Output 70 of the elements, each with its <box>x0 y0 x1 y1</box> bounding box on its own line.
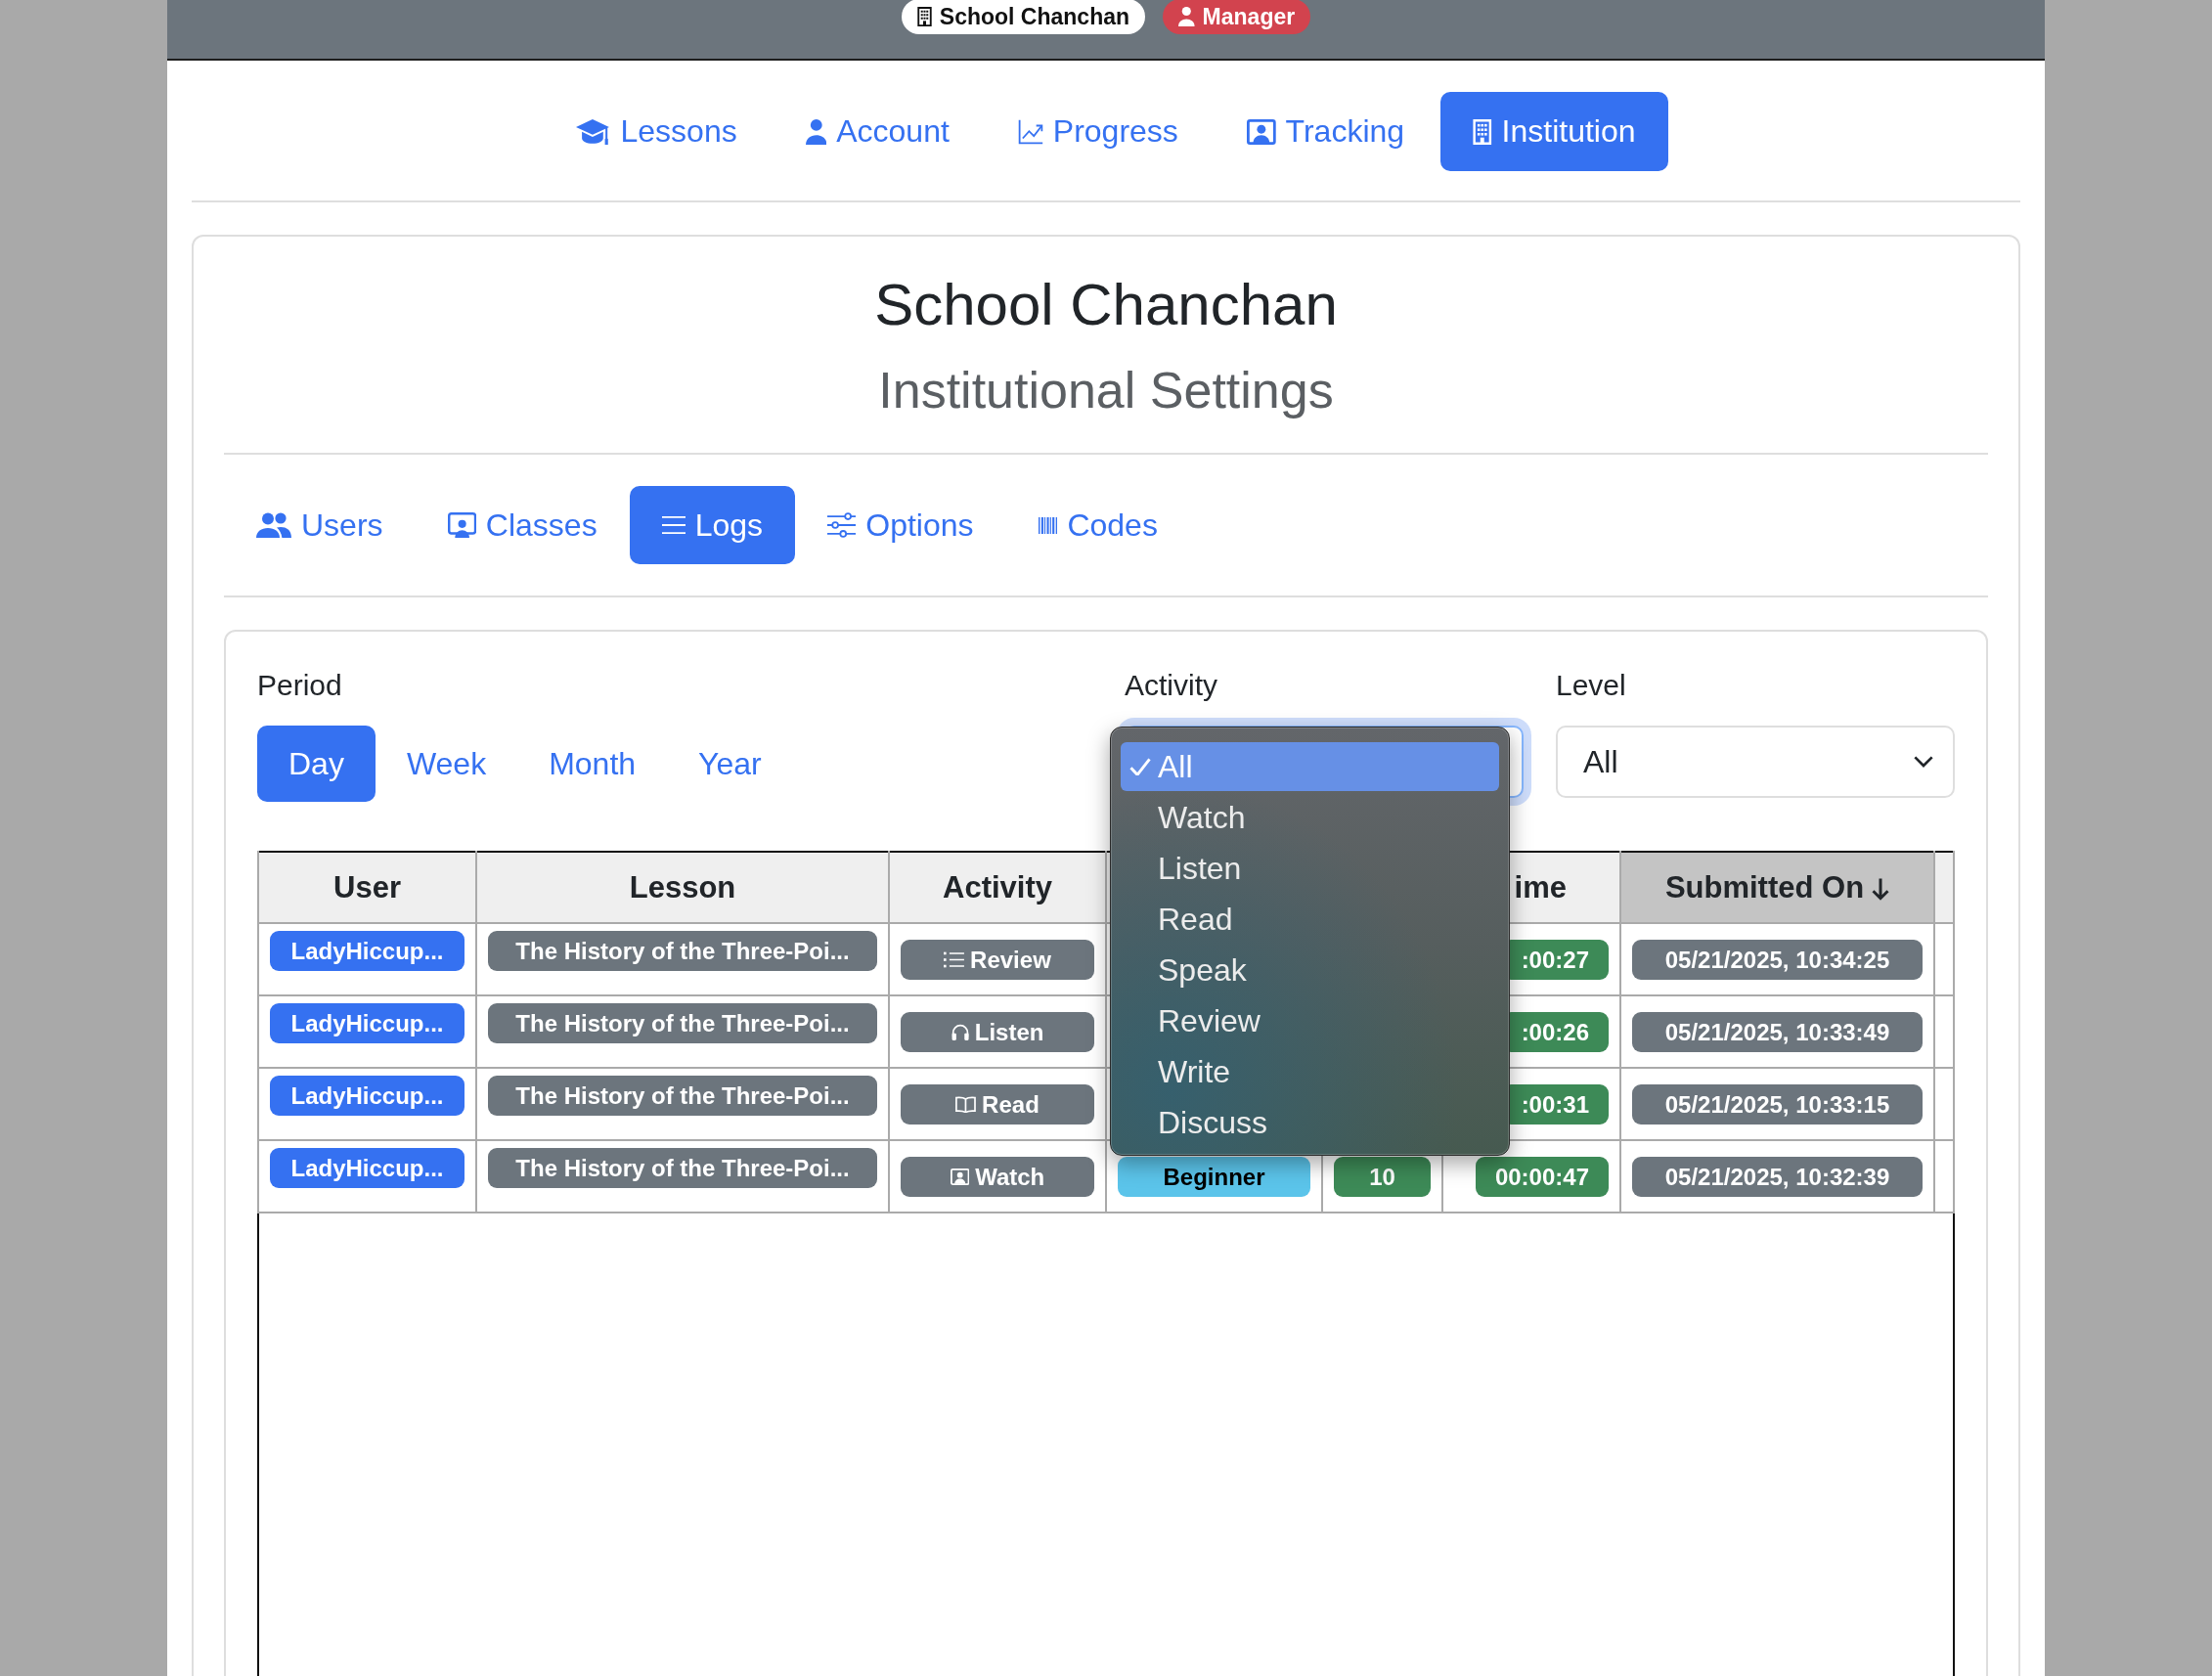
dropdown-option[interactable]: Discuss <box>1121 1098 1499 1147</box>
graduation-cap-icon <box>576 118 611 145</box>
filter-label: Level <box>1556 668 1627 703</box>
column-header[interactable]: Submitted On <box>1620 852 1934 923</box>
nav-tab[interactable]: Progress <box>985 92 1211 171</box>
person-screen-icon <box>447 512 476 538</box>
activity-badge: Listen <box>901 1011 1094 1052</box>
filter-label: Period <box>257 668 343 703</box>
section-tab[interactable]: Codes <box>1005 486 1190 564</box>
section-tab[interactable]: Users <box>224 486 416 564</box>
sliders-icon <box>827 512 857 538</box>
lesson-badge: The History of the Three-Poi... <box>488 1003 877 1043</box>
filter-label: Activity <box>1125 668 1218 703</box>
dropdown-option[interactable]: Watch <box>1121 793 1499 842</box>
score-badge: 10 <box>1334 1156 1431 1197</box>
dropdown-option[interactable]: Review <box>1121 996 1499 1045</box>
column-header[interactable]: Activity <box>889 852 1106 923</box>
level-badge: Beginner <box>1118 1156 1310 1197</box>
nav-tab[interactable]: Tracking <box>1214 92 1438 171</box>
level-select[interactable]: All <box>1556 726 1955 798</box>
check-icon <box>1129 757 1151 776</box>
chevron-down-icon <box>1914 756 1933 768</box>
headphones-icon <box>951 1023 969 1040</box>
dropdown-option[interactable]: Write <box>1121 1047 1499 1096</box>
lesson-badge: The History of the Three-Poi... <box>488 931 877 971</box>
barcode-icon <box>1038 516 1058 534</box>
open-book-icon <box>955 1095 977 1113</box>
dropdown-option[interactable]: All <box>1121 742 1499 791</box>
nav-tab[interactable]: Institution <box>1440 92 1668 171</box>
badge-label: Manager <box>1202 3 1296 30</box>
period-tab[interactable]: Month <box>517 726 668 802</box>
period-tab[interactable]: Year <box>667 726 793 802</box>
date-badge: 05/21/2025, 10:33:49 <box>1632 1011 1923 1052</box>
building-icon <box>916 7 932 26</box>
date-badge: 05/21/2025, 10:32:39 <box>1632 1156 1923 1197</box>
section-tab[interactable]: Classes <box>415 486 630 564</box>
section-tab[interactable]: Logs <box>629 486 795 564</box>
section-tab[interactable]: Options <box>795 486 1006 564</box>
person-icon <box>805 118 827 145</box>
user-badge: LadyHiccup... <box>270 1003 465 1043</box>
column-header[interactable]: Lesson <box>476 852 889 923</box>
page-title: School Chanchan <box>873 271 1339 339</box>
user-badge: LadyHiccup... <box>270 1076 465 1116</box>
activity-badge: Read <box>901 1083 1094 1125</box>
period-tab[interactable]: Day <box>257 726 376 802</box>
sort-arrow-icon <box>1872 876 1890 901</box>
badge-label: School Chanchan <box>939 3 1130 30</box>
date-badge: 05/21/2025, 10:33:15 <box>1632 1083 1923 1125</box>
building-icon <box>1473 118 1492 145</box>
nav-tab[interactable]: Lessons <box>544 92 770 171</box>
column-header[interactable]: User <box>258 852 476 923</box>
dropdown-option[interactable]: Speak <box>1121 946 1499 994</box>
activity-badge: Watch <box>901 1156 1094 1197</box>
activity-badge: Review <box>901 939 1094 980</box>
bullet-list-icon <box>944 950 965 968</box>
portrait-icon <box>950 1168 970 1185</box>
portrait-icon <box>1246 118 1276 145</box>
list-icon <box>661 516 686 534</box>
user-badge: LadyHiccup... <box>270 1148 465 1188</box>
lesson-badge: The History of the Three-Poi... <box>488 1148 877 1188</box>
user-badge: LadyHiccup... <box>270 931 465 971</box>
person-icon <box>1178 7 1195 26</box>
line-chart-icon <box>1017 118 1043 145</box>
date-badge: 05/21/2025, 10:34:25 <box>1632 939 1923 980</box>
period-tab[interactable]: Week <box>375 726 518 802</box>
nav-tab[interactable]: Account <box>773 92 982 171</box>
lesson-badge: The History of the Three-Poi... <box>488 1076 877 1116</box>
users-icon <box>256 512 291 538</box>
page-subtitle: Institutional Settings <box>877 361 1335 420</box>
time-badge: 00:00:47 <box>1475 1156 1609 1197</box>
